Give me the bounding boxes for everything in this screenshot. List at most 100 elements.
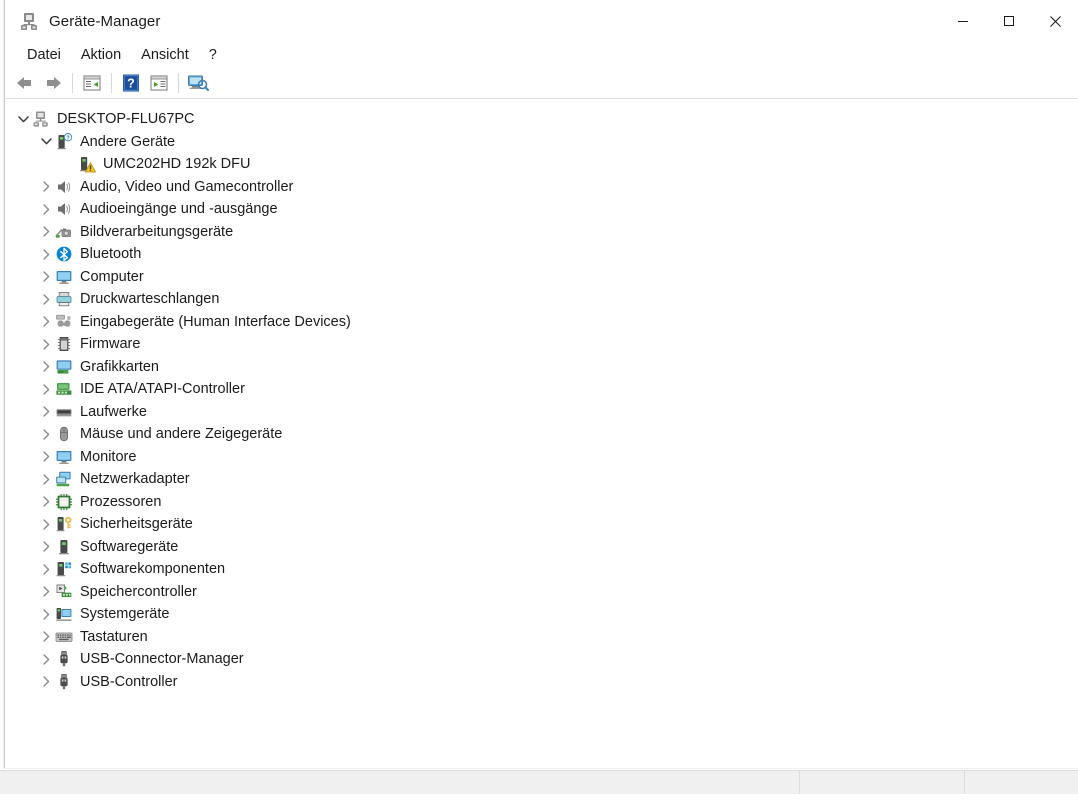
display-adapter-icon [55, 358, 73, 376]
toolbar-separator [178, 73, 179, 93]
security-device-icon [56, 516, 72, 532]
firmware-chip-icon [57, 337, 71, 352]
camera-icon [55, 228, 71, 238]
expand-toggle[interactable] [37, 603, 55, 625]
expand-toggle[interactable] [37, 198, 55, 220]
help-question-icon: ? [123, 74, 139, 92]
expand-toggle[interactable] [37, 401, 55, 423]
tree-item-label: DESKTOP-FLU67PC [57, 111, 195, 128]
expand-toggle[interactable] [37, 176, 55, 198]
minimize-button[interactable] [940, 0, 986, 42]
expand-toggle[interactable] [37, 626, 55, 648]
expand-toggle[interactable] [37, 378, 55, 400]
tree-item[interactable]: Bildverarbeitungsgeräte [5, 221, 1078, 244]
hid-icon [56, 314, 71, 327]
tree-item[interactable]: Monitore [5, 446, 1078, 469]
expand-toggle[interactable] [37, 221, 55, 243]
update-driver-button[interactable] [145, 70, 173, 96]
expand-toggle[interactable] [37, 671, 55, 693]
tree-item[interactable]: Grafikkarten [5, 356, 1078, 379]
menu-item-help[interactable]: ? [199, 45, 227, 65]
software-device-icon [59, 539, 69, 555]
tree-item[interactable]: Tastaturen [5, 626, 1078, 649]
tree-item[interactable]: Sicherheitsgeräte [5, 513, 1078, 536]
tree-item[interactable]: Druckwarteschlangen [5, 288, 1078, 311]
expand-toggle[interactable] [37, 468, 55, 490]
software-device-icon [55, 538, 73, 556]
tree-item[interactable]: IDE ATA/ATAPI-Controller [5, 378, 1078, 401]
scan-hardware-icon [188, 75, 209, 91]
expand-toggle[interactable] [37, 288, 55, 310]
security-device-icon [55, 515, 73, 533]
speaker-icon [58, 203, 71, 216]
tree-item[interactable]: ? Andere Geräte [5, 131, 1078, 154]
tree-item-label: Computer [80, 268, 144, 285]
tree-item[interactable]: Audio, Video und Gamecontroller [5, 176, 1078, 199]
tree-item-label: Monitore [80, 448, 137, 465]
tree-item[interactable]: USB-Controller [5, 671, 1078, 694]
expand-toggle[interactable] [37, 423, 55, 445]
title-bar[interactable]: Geräte-Manager [5, 0, 1078, 42]
expand-toggle[interactable] [37, 558, 55, 580]
tree-item[interactable]: Mäuse und andere Zeigegeräte [5, 423, 1078, 446]
tree-item[interactable]: Systemgeräte [5, 603, 1078, 626]
tree-item[interactable]: USB-Connector-Manager [5, 648, 1078, 671]
tree-item[interactable]: Prozessoren [5, 491, 1078, 514]
tree-item[interactable]: Softwarekomponenten [5, 558, 1078, 581]
collapse-toggle[interactable] [14, 108, 32, 130]
expand-toggle[interactable] [37, 356, 55, 378]
device-tree[interactable]: DESKTOP-FLU67PC? Andere Geräte UMC202HD 19… [5, 99, 1078, 768]
chevron-right-icon [42, 406, 49, 417]
maximize-button[interactable] [986, 0, 1032, 42]
expand-toggle[interactable] [37, 446, 55, 468]
tree-item-label: Andere Geräte [80, 133, 176, 150]
tree-item[interactable]: Firmware [5, 333, 1078, 356]
back-button[interactable] [11, 70, 39, 96]
tree-item[interactable]: Eingabegeräte (Human Interface Devices) [5, 311, 1078, 334]
tree-item[interactable]: Softwaregeräte [5, 536, 1078, 559]
usb-icon [55, 650, 73, 668]
tree-item[interactable]: Netzwerkadapter [5, 468, 1078, 491]
tree-item-label: Mäuse und andere Zeigegeräte [80, 426, 283, 443]
help-button[interactable]: ? [117, 70, 145, 96]
expand-toggle[interactable] [37, 491, 55, 513]
expand-toggle[interactable] [37, 311, 55, 333]
software-component-icon [55, 560, 73, 578]
expand-toggle[interactable] [37, 243, 55, 265]
tree-item[interactable]: UMC202HD 192k DFU [5, 153, 1078, 176]
expand-toggle[interactable] [37, 648, 55, 670]
expand-toggle[interactable] [37, 266, 55, 288]
chevron-right-icon [42, 586, 49, 597]
system-device-icon [55, 605, 73, 623]
chevron-right-icon [42, 204, 49, 215]
expand-toggle[interactable] [37, 513, 55, 535]
menu-item-aktion[interactable]: Aktion [71, 45, 131, 65]
unknown-device-icon: ? [57, 132, 73, 150]
tree-item[interactable]: Speichercontroller [5, 581, 1078, 604]
tree-item[interactable]: Audioeingänge und -ausgänge [5, 198, 1078, 221]
expand-toggle[interactable] [37, 581, 55, 603]
forward-button[interactable] [39, 70, 67, 96]
expand-toggle[interactable] [37, 333, 55, 355]
tree-item-label: Softwaregeräte [80, 538, 179, 555]
close-button[interactable] [1032, 0, 1078, 42]
desktop-bottom-strip [0, 794, 1078, 802]
menu-item-ansicht[interactable]: Ansicht [131, 45, 199, 65]
tree-item-label: Bluetooth [80, 246, 142, 263]
chevron-right-icon [42, 384, 49, 395]
usb-icon [55, 673, 73, 691]
tree-item[interactable]: Bluetooth [5, 243, 1078, 266]
close-icon [1049, 15, 1061, 27]
tree-item[interactable]: DESKTOP-FLU67PC [5, 108, 1078, 131]
properties-button[interactable] [78, 70, 106, 96]
collapse-toggle[interactable] [37, 131, 55, 153]
expand-toggle[interactable] [37, 536, 55, 558]
menu-item-datei[interactable]: Datei [17, 45, 71, 65]
network-adapter-icon [55, 470, 73, 488]
disk-drive-icon [55, 403, 73, 421]
scan-hardware-button[interactable] [184, 70, 212, 96]
computer-root-icon [32, 110, 50, 128]
speaker-icon [58, 180, 71, 193]
tree-item[interactable]: Laufwerke [5, 401, 1078, 424]
tree-item[interactable]: Computer [5, 266, 1078, 289]
